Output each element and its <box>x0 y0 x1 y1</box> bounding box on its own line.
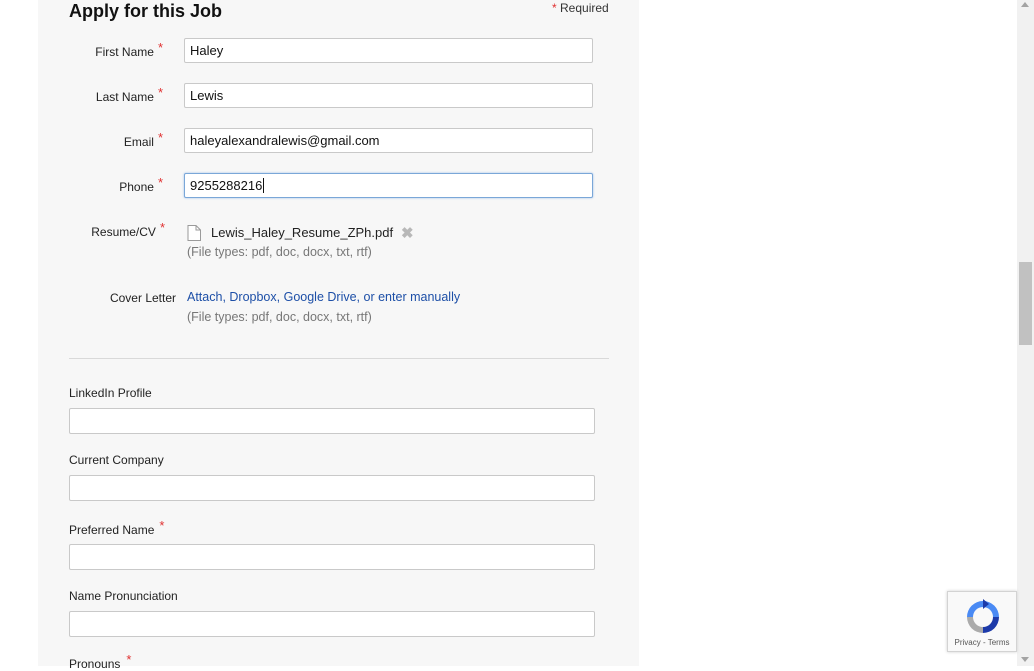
recaptcha-logo-icon <box>967 599 999 633</box>
email-label: Email * <box>63 130 163 149</box>
phone-input[interactable]: 9255288216 <box>184 173 593 198</box>
preferred-name-label: Preferred Name * <box>69 518 164 537</box>
phone-label: Phone * <box>63 175 163 194</box>
dropbox-link[interactable]: Dropbox <box>229 290 276 304</box>
enter-manually-link[interactable]: enter manually <box>378 290 460 304</box>
text-cursor <box>263 178 265 193</box>
pronouns-label-text: Pronouns <box>69 657 121 671</box>
required-note: * Required <box>552 1 609 15</box>
phone-label-text: Phone <box>119 180 154 194</box>
linkedin-label: LinkedIn Profile <box>69 386 152 400</box>
email-label-text: Email <box>123 135 154 149</box>
recaptcha-separator: - <box>982 638 986 647</box>
resume-label: Resume/CV * <box>65 220 165 239</box>
file-icon <box>187 225 201 241</box>
recaptcha-badge[interactable]: Privacy - Terms <box>947 591 1017 652</box>
first-name-label-text: First Name <box>95 45 154 59</box>
linkedin-input[interactable] <box>69 408 595 434</box>
scroll-up-arrow-icon[interactable] <box>1021 2 1029 7</box>
scrollbar-thumb[interactable] <box>1019 262 1032 345</box>
scroll-down-arrow-icon[interactable] <box>1021 657 1029 662</box>
first-name-input[interactable]: Haley <box>184 38 593 63</box>
resume-file-name: Lewis_Haley_Resume_ZPh.pdf <box>211 225 394 240</box>
required-star: * <box>157 175 163 190</box>
resume-file-types: (File types: pdf, doc, docx, txt, rtf) <box>187 245 372 259</box>
privacy-link[interactable]: Privacy <box>955 638 981 647</box>
current-company-input[interactable] <box>69 475 595 501</box>
recaptcha-links: Privacy - Terms <box>948 638 1016 647</box>
phone-input-value: 9255288216 <box>190 178 263 193</box>
cover-letter-options: Attach, Dropbox, Google Drive, or enter … <box>187 290 461 304</box>
last-name-label-text: Last Name <box>95 90 154 104</box>
last-name-input[interactable]: Lewis <box>184 83 593 108</box>
required-star: * <box>157 130 163 145</box>
required-label: Required <box>560 1 609 15</box>
first-name-label: First Name * <box>63 40 163 59</box>
cover-letter-file-types: (File types: pdf, doc, docx, txt, rtf) <box>187 310 372 324</box>
section-divider <box>69 358 609 359</box>
attach-link[interactable]: Attach <box>187 290 222 304</box>
name-pronunciation-label: Name Pronunciation <box>69 589 178 603</box>
pronouns-label: Pronouns * <box>69 652 131 671</box>
required-star: * <box>157 40 163 55</box>
required-star: * <box>126 652 132 667</box>
required-star: * <box>159 220 165 235</box>
current-company-label: Current Company <box>69 453 164 467</box>
preferred-name-input[interactable] <box>69 544 595 570</box>
required-star: * <box>159 518 165 533</box>
remove-file-icon[interactable]: ✖ <box>401 224 414 242</box>
page-title: Apply for this Job <box>69 1 222 21</box>
or-text: or <box>363 290 375 304</box>
google-drive-link[interactable]: Google Drive <box>284 290 357 304</box>
last-name-label: Last Name * <box>63 85 163 104</box>
preferred-name-label-text: Preferred Name <box>69 523 155 537</box>
resume-label-text: Resume/CV <box>91 225 156 239</box>
name-pronunciation-input[interactable] <box>69 611 595 637</box>
email-input[interactable]: haleyalexandralewis@gmail.com <box>184 128 593 153</box>
cover-letter-label: Cover Letter <box>109 291 176 305</box>
required-star: * <box>157 85 163 100</box>
required-star: * <box>552 1 557 15</box>
terms-link[interactable]: Terms <box>988 638 1010 647</box>
